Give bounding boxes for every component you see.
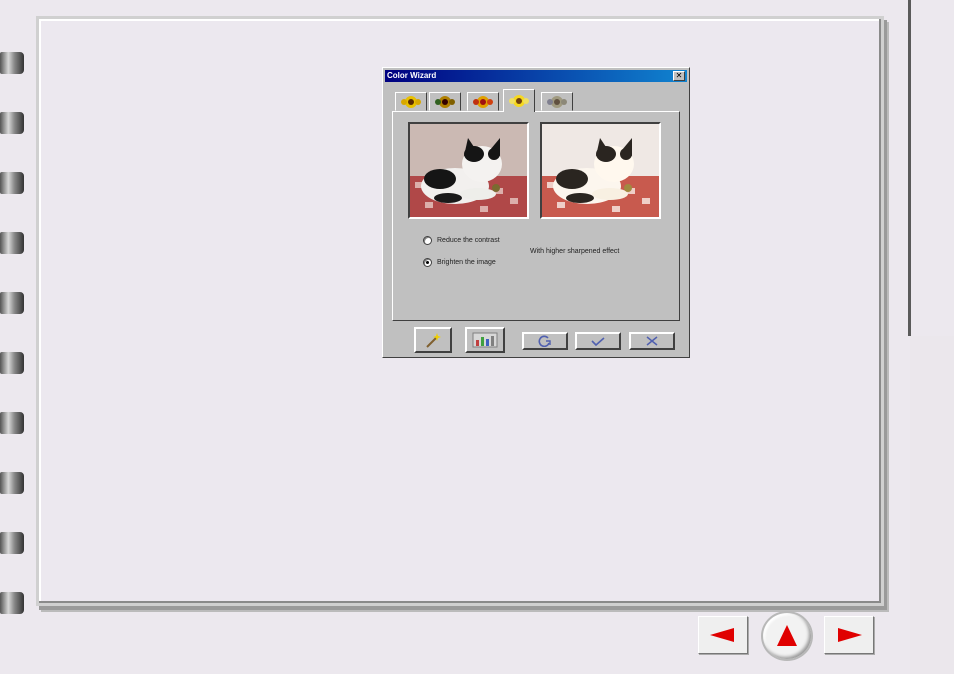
histogram-button[interactable]: [465, 327, 505, 353]
binding-ring: [0, 532, 24, 554]
sunflower-dark-icon: [435, 95, 455, 108]
dialog-titlebar[interactable]: Color Wizard ✕: [385, 70, 687, 82]
reset-icon: [538, 335, 551, 347]
original-image-preview: [408, 122, 529, 219]
left-arrow-icon: [710, 628, 734, 642]
previous-page-button[interactable]: [698, 616, 748, 654]
tab-sunflower-4[interactable]: [503, 89, 535, 112]
reset-button[interactable]: [522, 332, 568, 350]
tab-sunflower-2[interactable]: [429, 92, 461, 111]
brighten-label: Brighten the image: [437, 259, 496, 266]
dialog-title: Color Wizard: [387, 71, 437, 80]
binding-ring: [0, 472, 24, 494]
up-arrow-icon: [777, 625, 797, 646]
binding-ring: [0, 352, 24, 374]
cat-photo-enhanced: [542, 124, 659, 217]
binding-ring: [0, 232, 24, 254]
histogram-icon: [472, 332, 498, 348]
cancel-button[interactable]: [629, 332, 675, 350]
check-icon: [591, 337, 605, 347]
reduce-contrast-radio[interactable]: [423, 236, 432, 245]
close-button[interactable]: ✕: [673, 71, 685, 81]
brighten-radio[interactable]: [423, 258, 432, 267]
binding-ring: [0, 292, 24, 314]
sunflower-bright-icon: [509, 95, 529, 107]
reduce-contrast-option[interactable]: Reduce the contrast: [423, 236, 500, 245]
sunflower-icon: [401, 95, 421, 108]
magic-wand-button[interactable]: [414, 327, 452, 353]
sunflower-red-icon: [473, 95, 493, 108]
right-margin-panel: [910, 336, 954, 674]
tab-sunflower-5[interactable]: [541, 92, 573, 111]
next-page-button[interactable]: [824, 616, 874, 654]
brighten-option[interactable]: Brighten the image: [423, 258, 496, 267]
reduce-contrast-label: Reduce the contrast: [437, 237, 500, 244]
home-button[interactable]: [761, 611, 813, 661]
right-arrow-icon: [838, 628, 862, 642]
x-icon: [646, 336, 658, 346]
magic-wand-icon: [426, 333, 441, 348]
binding-ring: [0, 592, 24, 614]
tab-sunflower-3[interactable]: [467, 92, 499, 111]
tab-panel: Reduce the contrast Brighten the image W…: [392, 111, 680, 321]
binding-ring: [0, 412, 24, 434]
ok-button[interactable]: [575, 332, 621, 350]
cat-photo-original: [410, 124, 527, 217]
right-divider-line: [908, 0, 911, 336]
tab-sunflower-1[interactable]: [395, 92, 427, 111]
color-wizard-dialog: Color Wizard ✕ Reduce the contrast Brigh…: [382, 67, 690, 358]
sunflower-gray-icon: [547, 95, 567, 108]
effect-description: With higher sharpened effect: [530, 248, 620, 255]
binding-ring: [0, 172, 24, 194]
enhanced-image-preview: [540, 122, 661, 219]
binding-ring: [0, 52, 24, 74]
binding-ring: [0, 112, 24, 134]
